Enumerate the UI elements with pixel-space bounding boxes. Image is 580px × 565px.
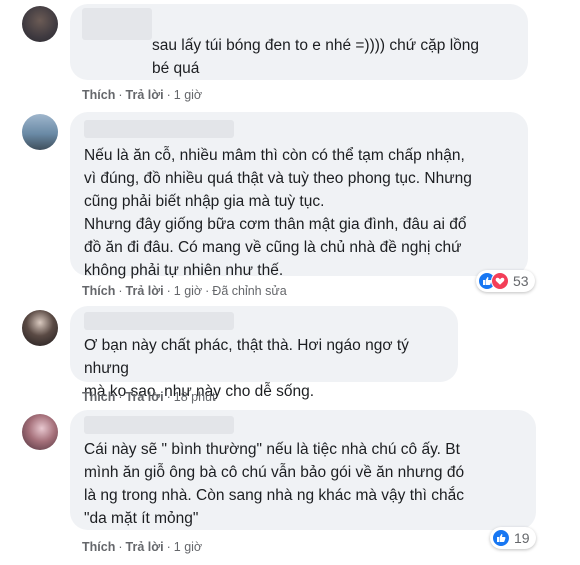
- comment-actions: Thích · Trả lời · 1 giờ · Đã chỉnh sửa: [82, 284, 287, 298]
- author-name-redacted[interactable]: [84, 312, 234, 330]
- reaction-count: 19: [514, 530, 530, 546]
- comment-bubble: Cái này sẽ " bình thường" nếu là tiệc nh…: [70, 410, 536, 530]
- timestamp[interactable]: 1 giờ: [174, 284, 202, 298]
- avatar[interactable]: [22, 414, 58, 450]
- reply-link[interactable]: Trả lời: [126, 390, 164, 404]
- like-icon: [492, 529, 510, 547]
- like-link[interactable]: Thích: [82, 88, 115, 102]
- avatar[interactable]: [22, 6, 58, 42]
- like-link[interactable]: Thích: [82, 284, 115, 298]
- comment-actions: Thích · Trả lời · 18 phút: [82, 390, 216, 404]
- comment-bubble: Nếu là ăn cỗ, nhiều mâm thì còn có thể t…: [70, 112, 528, 279]
- comment-bubble: Ơ bạn này chất phác, thật thà. Hơi ngáo …: [70, 306, 458, 400]
- author-name-redacted[interactable]: [82, 8, 152, 40]
- comment-text: sau lấy túi bóng đen to e nhé =)))) chứ …: [152, 37, 480, 77]
- like-link[interactable]: Thích: [82, 540, 115, 554]
- comment-text: Nếu là ăn cỗ, nhiều mâm thì còn có thể t…: [84, 147, 472, 279]
- reaction-summary[interactable]: 19: [490, 527, 536, 549]
- author-name-redacted[interactable]: [84, 416, 234, 434]
- comment-text: Cái này sẽ " bình thường" nếu là tiệc nh…: [84, 441, 465, 527]
- timestamp[interactable]: 1 giờ: [174, 540, 202, 554]
- reaction-count: 53: [513, 273, 529, 289]
- reaction-summary[interactable]: 53: [476, 270, 535, 292]
- author-name-redacted[interactable]: [84, 120, 234, 138]
- edited-label[interactable]: Đã chỉnh sửa: [212, 284, 286, 298]
- avatar[interactable]: [22, 114, 58, 150]
- timestamp[interactable]: 18 phút: [174, 390, 216, 404]
- avatar[interactable]: [22, 310, 58, 346]
- like-link[interactable]: Thích: [82, 390, 115, 404]
- comment-actions: Thích · Trả lời · 1 giờ: [82, 88, 203, 102]
- reply-link[interactable]: Trả lời: [126, 88, 164, 102]
- comment-actions: Thích · Trả lời · 1 giờ: [82, 540, 203, 554]
- love-icon: [491, 272, 509, 290]
- comment-bubble: sau lấy túi bóng đen to e nhé =)))) chứ …: [70, 4, 528, 80]
- reply-link[interactable]: Trả lời: [126, 540, 164, 554]
- reply-link[interactable]: Trả lời: [126, 284, 164, 298]
- timestamp[interactable]: 1 giờ: [174, 88, 202, 102]
